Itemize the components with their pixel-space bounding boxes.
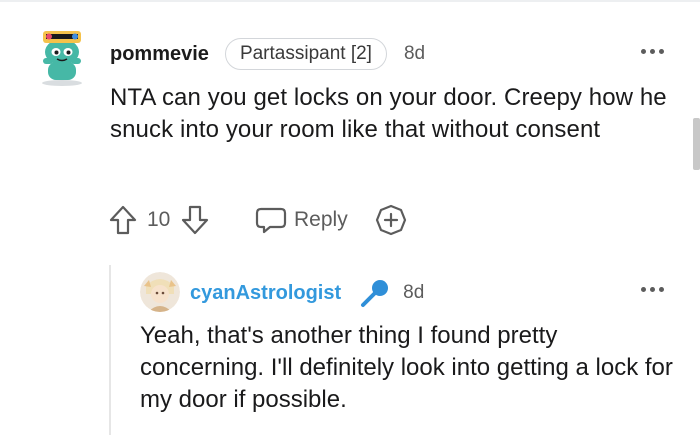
reply-label: Reply <box>294 208 348 231</box>
more-dots-icon[interactable] <box>641 48 667 56</box>
user-flair: Partassipant [2] <box>224 38 387 70</box>
upvote-arrow-icon[interactable] <box>108 204 138 236</box>
award-plus-icon[interactable] <box>374 203 408 237</box>
snoo-avatar-icon[interactable] <box>34 28 90 86</box>
more-dots-icon[interactable] <box>641 286 667 294</box>
comment-meta: pommevie Partassipant [2] 8d <box>110 38 425 70</box>
top-divider <box>0 0 700 2</box>
comment-author[interactable]: pommevie <box>110 43 209 66</box>
reply-button[interactable]: Reply <box>254 203 348 237</box>
chat-bubble-icon <box>254 205 288 235</box>
comment-actions: 10 Reply <box>108 200 438 240</box>
comment-age: 8d <box>403 43 426 64</box>
downvote-arrow-icon[interactable] <box>180 204 210 236</box>
reply-meta: cyanAstrologist 8d <box>190 278 424 308</box>
scrollbar-thumb[interactable] <box>693 118 700 170</box>
vote-score: 10 <box>147 208 171 231</box>
microphone-icon <box>357 278 391 308</box>
reply-author[interactable]: cyanAstrologist <box>190 282 341 305</box>
thread-line[interactable] <box>109 265 111 435</box>
comment-body: NTA can you get locks on your door. Cree… <box>110 84 667 143</box>
user-avatar-icon[interactable] <box>140 272 180 312</box>
reply-age: 8d <box>403 282 425 303</box>
reply-body: Yeah, that's another thing I found prett… <box>140 322 673 413</box>
